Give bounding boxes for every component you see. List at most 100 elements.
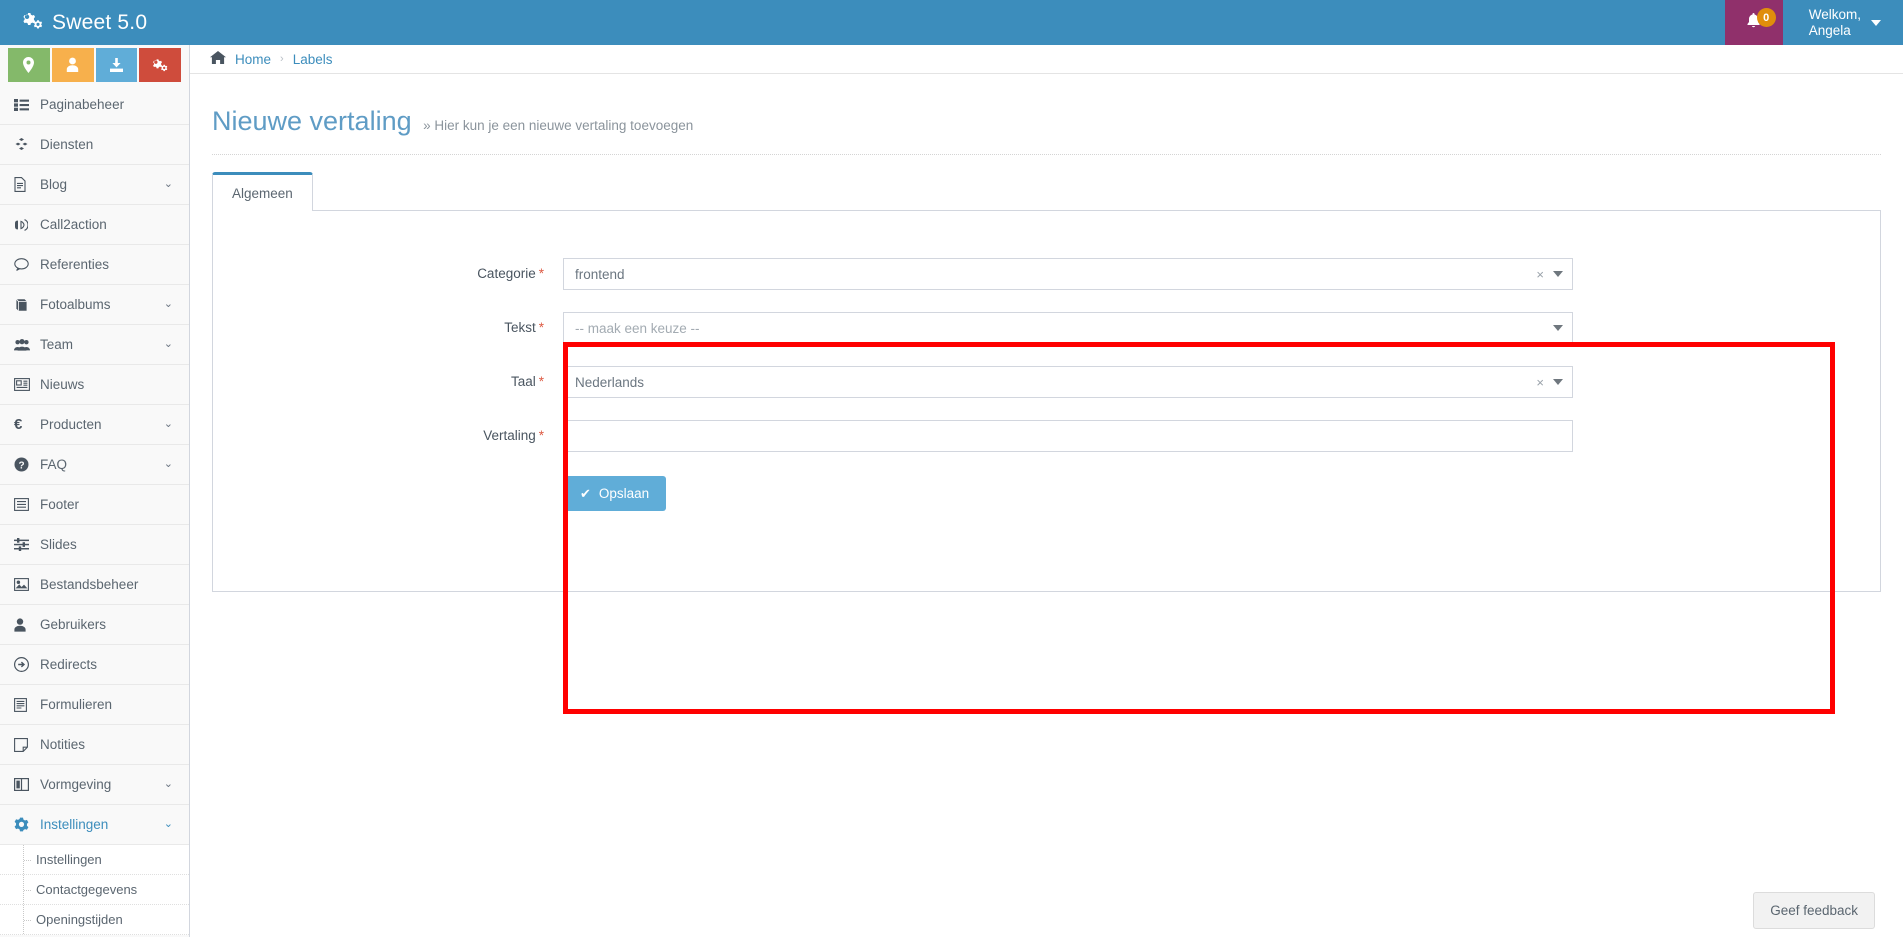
sidebar-item-label: Formulieren xyxy=(40,697,113,712)
save-button[interactable]: ✔ Opslaan xyxy=(563,476,667,511)
sidebar-item-bestandsbeheer[interactable]: Bestandsbeheer xyxy=(0,565,189,605)
page-subtitle: » Hier kun je een nieuwe vertaling toevo… xyxy=(423,118,694,133)
required-marker: * xyxy=(538,428,544,443)
quick-action-cogs[interactable] xyxy=(139,48,181,82)
required-marker: * xyxy=(538,374,544,389)
sidebar-item-blog[interactable]: Blog ⌄ xyxy=(0,165,189,205)
taal-selected-value: Nederlands xyxy=(575,374,645,390)
sidebar-item-paginabeheer[interactable]: Paginabeheer xyxy=(0,85,189,125)
feedback-button[interactable]: Geef feedback xyxy=(1753,892,1875,929)
taal-select[interactable]: Nederlands × xyxy=(563,366,1573,398)
sidebar-submenu-instellingen: Instellingen Contactgegevens Openingstij… xyxy=(0,845,189,935)
sidebar-item-label: Slides xyxy=(40,537,77,552)
form-row-tekst: Tekst * -- maak een keuze -- xyxy=(213,312,1880,344)
list-alt-icon xyxy=(14,498,40,511)
control-wrap-tekst: -- maak een keuze -- xyxy=(563,312,1573,344)
sidebar-item-fotoalbums[interactable]: Fotoalbums ⌄ xyxy=(0,285,189,325)
sidebar-item-nieuws[interactable]: Nieuws xyxy=(0,365,189,405)
chevron-down-icon: ⌄ xyxy=(163,778,173,790)
chevron-down-icon xyxy=(1553,379,1563,385)
feedback-button-label: Geef feedback xyxy=(1770,903,1858,918)
label-categorie: Categorie * xyxy=(213,258,563,281)
book-icon xyxy=(14,298,40,312)
chevron-down-icon: ⌄ xyxy=(163,818,173,830)
actions-spacer xyxy=(213,476,563,511)
categorie-selected-value: frontend xyxy=(575,266,625,282)
bullhorn-icon xyxy=(14,218,40,232)
save-button-label: Opslaan xyxy=(598,486,650,501)
sidebar-subitem-label: Contactgegevens xyxy=(36,882,138,897)
sidebar-item-label: Gebruikers xyxy=(40,617,107,632)
quick-action-download[interactable] xyxy=(95,48,138,82)
sidebar-item-call2action[interactable]: Call2action xyxy=(0,205,189,245)
arrow-circle-right-icon xyxy=(14,657,40,672)
sidebar-subitem-label: Instellingen xyxy=(36,852,102,867)
vertaling-input[interactable] xyxy=(563,420,1573,452)
sidebar-item-gebruikers[interactable]: Gebruikers xyxy=(0,605,189,645)
gear-icon xyxy=(14,817,40,832)
page-title: Nieuwe vertaling xyxy=(212,106,412,136)
breadcrumb-item-labels[interactable]: Labels xyxy=(293,52,333,67)
image-icon xyxy=(14,578,40,591)
sidebar-item-faq[interactable]: ? FAQ ⌄ xyxy=(0,445,189,485)
sticky-note-icon xyxy=(14,737,40,752)
breadcrumb-item-home[interactable]: Home xyxy=(235,52,271,67)
sidebar-subitem-contactgegevens[interactable]: Contactgegevens xyxy=(0,875,189,905)
sidebar-item-slides[interactable]: Slides xyxy=(0,525,189,565)
users-icon xyxy=(14,338,40,351)
breadcrumb: Home › Labels xyxy=(190,45,1903,74)
sidebar-subitem-openingstijden[interactable]: Openingstijden xyxy=(0,905,189,935)
sidebar-subitem-label: Openingstijden xyxy=(36,912,123,927)
label-vertaling: Vertaling * xyxy=(213,420,563,443)
sidebar-nav: Paginabeheer Diensten Blog ⌄ Call2action xyxy=(0,85,189,845)
cogs-icon xyxy=(22,12,43,33)
label-text: Tekst xyxy=(504,320,536,335)
sidebar-item-label: Call2action xyxy=(40,217,107,232)
sidebar-subitem-instellingen[interactable]: Instellingen xyxy=(0,845,189,875)
sidebar-item-label: Referenties xyxy=(40,257,110,272)
chevron-down-icon xyxy=(1553,325,1563,331)
label-text: Taal xyxy=(510,374,536,389)
quick-actions-bar xyxy=(0,45,189,85)
chevron-down-icon xyxy=(1871,19,1881,26)
sidebar-item-redirects[interactable]: Redirects xyxy=(0,645,189,685)
page-header: Nieuwe vertaling » Hier kun je een nieuw… xyxy=(190,74,1903,137)
sidebar-item-label: Fotoalbums xyxy=(40,297,111,312)
label-text: Categorie xyxy=(477,266,536,281)
chevron-down-icon: ⌄ xyxy=(163,418,173,430)
sidebar-item-label: Paginabeheer xyxy=(40,97,125,112)
sidebar-item-label: Footer xyxy=(40,497,80,512)
sidebar-item-team[interactable]: Team ⌄ xyxy=(0,325,189,365)
control-wrap-vertaling xyxy=(563,420,1573,452)
quick-action-map-marker[interactable] xyxy=(8,48,50,82)
app-logo[interactable]: Sweet 5.0 xyxy=(0,0,190,45)
sidebar-item-producten[interactable]: € Producten ⌄ xyxy=(0,405,189,445)
cogs-icon xyxy=(153,59,168,72)
form-row-categorie: Categorie * frontend × xyxy=(213,258,1880,290)
sidebar-item-vormgeving[interactable]: Vormgeving ⌄ xyxy=(0,765,189,805)
quick-action-user[interactable] xyxy=(51,48,94,82)
sidebar-item-notities[interactable]: Notities xyxy=(0,725,189,765)
breadcrumb-separator: › xyxy=(280,53,284,65)
notifications-button[interactable]: 0 xyxy=(1724,0,1783,45)
categorie-select[interactable]: frontend × xyxy=(563,258,1573,290)
sidebar-item-label: Producten xyxy=(40,417,102,432)
tab-algemeen[interactable]: Algemeen xyxy=(212,172,313,211)
form-row-taal: Taal * Nederlands × xyxy=(213,366,1880,398)
sidebar-item-footer[interactable]: Footer xyxy=(0,485,189,525)
sidebar-item-diensten[interactable]: Diensten xyxy=(0,125,189,165)
download-icon xyxy=(109,58,123,72)
clear-icon[interactable]: × xyxy=(1536,268,1544,281)
sidebar-item-label: Team xyxy=(40,337,74,352)
sidebar-item-instellingen[interactable]: Instellingen ⌄ xyxy=(0,805,189,845)
chevron-down-icon: ⌄ xyxy=(163,298,173,310)
file-text-icon xyxy=(14,177,40,192)
newspaper-icon xyxy=(14,378,40,391)
sidebar-item-formulieren[interactable]: Formulieren xyxy=(0,685,189,725)
wpforms-icon xyxy=(14,697,40,712)
svg-text:?: ? xyxy=(18,460,24,471)
tekst-select[interactable]: -- maak een keuze -- xyxy=(563,312,1573,344)
user-menu[interactable]: Welkom, Angela xyxy=(1783,0,1903,45)
clear-icon[interactable]: × xyxy=(1536,376,1544,389)
sidebar-item-referenties[interactable]: Referenties xyxy=(0,245,189,285)
